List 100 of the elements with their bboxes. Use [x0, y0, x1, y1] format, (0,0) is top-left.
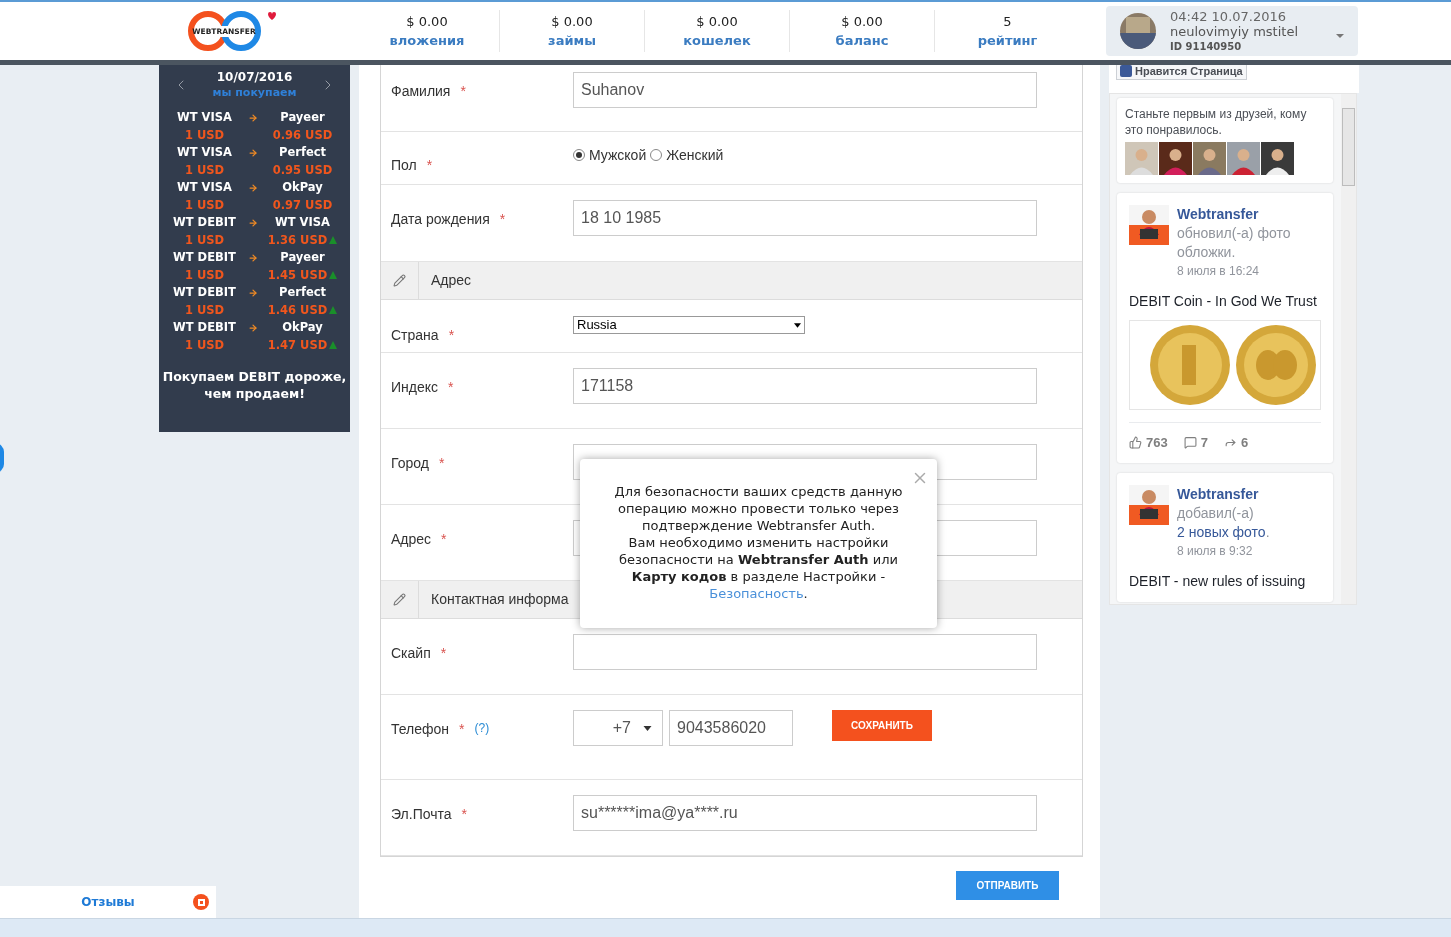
amount-from: 1 USD — [183, 161, 226, 179]
country-code-select[interactable]: +7 — [573, 710, 663, 746]
text-field[interactable]: Suhanov — [573, 72, 1037, 108]
post-author[interactable]: Webtransfer — [1177, 484, 1321, 504]
stat-link[interactable]: вложения — [389, 31, 465, 51]
field-label: Адрес — [391, 530, 432, 549]
currency-from: WT DEBIT — [172, 214, 237, 231]
like-count: 763 — [1146, 434, 1168, 452]
text-field[interactable] — [573, 634, 1037, 670]
stat-value: 5 — [1003, 12, 1012, 31]
post-text: DEBIT Coin - In God We Trust — [1129, 292, 1318, 311]
post-time: 8 июля в 16:24 — [1177, 263, 1261, 280]
text-field[interactable]: 171158 — [573, 368, 1037, 404]
field-label: Фамилия — [391, 82, 451, 101]
arrow-icon — [247, 217, 258, 228]
rates-date: 10/07/2016 — [216, 69, 293, 85]
user-id: ID 91140950 — [1170, 39, 1243, 54]
currency-to: Payeer — [279, 249, 326, 266]
post-time: 8 июля в 9:32 — [1177, 542, 1254, 560]
amount-to: 1.46 USD — [267, 301, 328, 319]
currency-from: WT DEBIT — [172, 249, 237, 266]
scrollbar[interactable] — [1341, 94, 1356, 604]
amount-from: 1 USD — [183, 336, 226, 354]
currency-from: WT DEBIT — [172, 319, 237, 336]
radio-label: Мужской — [589, 145, 647, 165]
like-page-button[interactable]: Нравится Страница — [1116, 65, 1247, 80]
required-mark: * — [459, 720, 465, 739]
currency-from: WT DEBIT — [172, 284, 237, 301]
popup-text: Для безопасности ваших средств данную операцию можно провести только через подтверждение Webtransfer Auth. — [613, 483, 904, 534]
friends-text: Станьте первым из друзей, кому это понравилось. — [1125, 106, 1308, 138]
stat-link[interactable]: баланс — [835, 31, 889, 51]
required-mark: * — [461, 805, 467, 824]
currency-to: OkPay — [281, 179, 324, 196]
field-label: Пол — [391, 156, 417, 175]
arrow-icon — [247, 147, 258, 158]
arrow-icon — [247, 252, 258, 263]
post-author[interactable]: Webtransfer — [1177, 205, 1321, 224]
stat-value: $ 0.00 — [696, 12, 738, 31]
comment-icon[interactable] — [1183, 436, 1197, 450]
field-label: Индекс — [391, 378, 439, 397]
user-menu[interactable]: 04:42 10.07.2016 neulovimyiy mstitel ID 91140950 — [1106, 6, 1358, 56]
section-title: Контактная информа — [431, 590, 569, 609]
required-mark: * — [448, 326, 455, 345]
caret-icon — [643, 725, 652, 731]
share-count: 6 — [1240, 434, 1249, 452]
caret-icon — [794, 322, 801, 328]
required-mark: * — [448, 378, 454, 397]
amount-from: 1 USD — [183, 126, 226, 144]
amount-from: 1 USD — [183, 196, 226, 214]
country-select[interactable]: Russia — [573, 316, 805, 334]
amount-from: 1 USD — [183, 301, 226, 319]
arrow-icon — [247, 112, 258, 123]
arrow-icon — [247, 322, 258, 333]
user-name: neulovimyiy mstitel — [1170, 23, 1299, 39]
reviews-tab[interactable]: Отзывы — [0, 886, 216, 918]
field-label: Страна — [391, 326, 439, 345]
currency-to: Payeer — [279, 109, 326, 126]
currency-from: WT VISA — [176, 109, 233, 126]
amount-to: 0.97 USD — [272, 196, 333, 214]
like-icon[interactable] — [1129, 436, 1142, 450]
required-mark: * — [440, 644, 447, 663]
help-link[interactable]: (?) — [474, 719, 490, 779]
radio-button[interactable] — [650, 149, 663, 161]
photos-link[interactable]: 2 новых фото — [1177, 523, 1266, 540]
user-time: 04:42 10.07.2016 — [1170, 8, 1288, 24]
required-mark: * — [441, 530, 447, 549]
currency-to: Perfect — [278, 144, 327, 161]
post-action: обновил(-а) фото обложки. — [1177, 224, 1292, 262]
stat-link[interactable]: займы — [548, 31, 596, 51]
popup-text: Вам необходимо изменить настройки безопасности на Webtransfer Auth или Карту кодов в разделе Настройки - Безопасность. — [618, 534, 899, 602]
currency-from: WT VISA — [176, 179, 233, 196]
post-action: добавил(-а) 2 новых фото. — [1177, 503, 1271, 542]
amount-to: 1.47 USD — [267, 336, 328, 354]
field-label: Дата рождения — [391, 210, 490, 229]
arrow-icon — [247, 182, 258, 193]
stat-link[interactable]: кошелек — [683, 31, 751, 51]
stat-value: $ 0.00 — [551, 12, 593, 31]
required-mark: * — [460, 82, 466, 101]
text-field[interactable]: su******ima@ya****.ru — [573, 795, 1037, 831]
amount-from: 1 USD — [183, 231, 226, 249]
pencil-icon — [393, 274, 406, 287]
avatar — [1120, 13, 1156, 49]
stat-link[interactable]: рейтинг — [977, 31, 1038, 51]
arrow-icon — [247, 287, 258, 298]
currency-to: Perfect — [278, 284, 327, 301]
amount-to: 1.36 USD — [267, 231, 328, 249]
amount-from: 1 USD — [183, 266, 226, 284]
radio-label: Женский — [666, 145, 724, 165]
comment-count: 7 — [1200, 434, 1208, 452]
field-label: Город — [391, 454, 429, 473]
text-field[interactable]: 18 10 1985 — [573, 200, 1037, 236]
field-label: Телефон — [391, 720, 450, 739]
dropdown-icon — [1336, 34, 1344, 38]
radio-button[interactable] — [573, 149, 585, 161]
amount-to: 0.96 USD — [272, 126, 333, 144]
currency-from: WT VISA — [176, 144, 233, 161]
phone-field[interactable]: 9043586020 — [669, 710, 793, 746]
stat-value: $ 0.00 — [406, 12, 448, 31]
currency-to: WT VISA — [274, 214, 331, 231]
amount-to: 1.45 USD — [267, 266, 328, 284]
